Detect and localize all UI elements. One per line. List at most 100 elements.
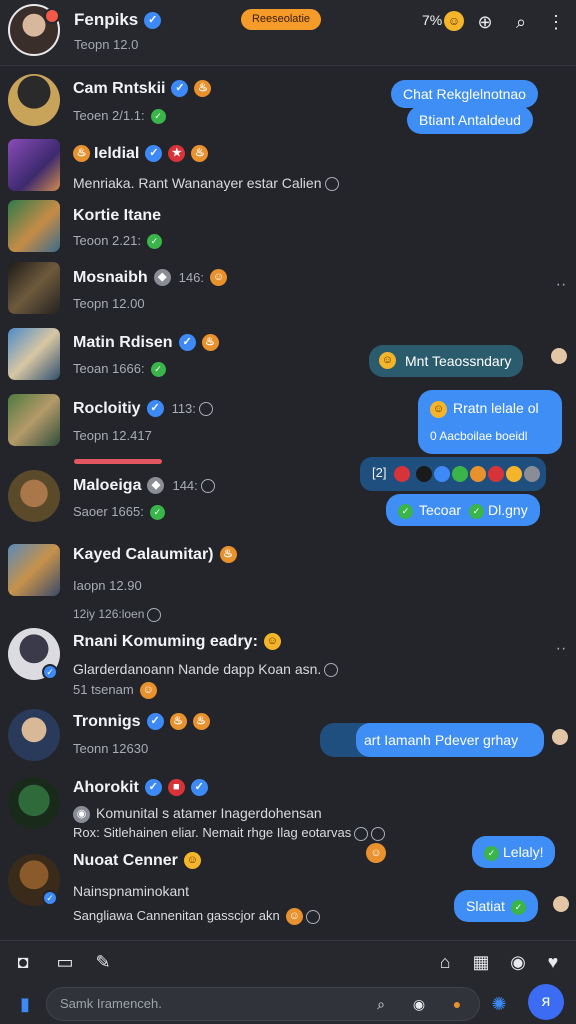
chat-subtext-secondary: 12iy 126:loen <box>73 607 162 622</box>
heart-icon[interactable]: ♥ <box>540 949 566 975</box>
chat-preview-secondary: Rox: Sitlehainen eliar. Nemait rhge Ilag… <box>73 825 386 841</box>
check-icon: ✓ <box>484 845 499 861</box>
search-plus-icon[interactable]: ⊕ <box>473 10 497 34</box>
shield-icon: ◆ <box>147 477 165 495</box>
chat-avatar <box>8 709 60 761</box>
reaction-icon[interactable] <box>470 466 486 482</box>
eye-icon[interactable]: ◉ <box>408 993 430 1015</box>
reader-avatar <box>551 894 571 914</box>
notification-dot <box>44 8 60 24</box>
chat-name: Cam Rntskii ✓ ♨ <box>73 80 212 98</box>
fire-icon: ♨ <box>73 145 90 163</box>
chat-avatar <box>8 200 60 252</box>
verified-icon: ✓ <box>144 12 162 30</box>
camera-icon[interactable]: ◘ <box>10 949 36 975</box>
chat-avatar <box>8 394 60 446</box>
chat-avatar <box>8 74 60 126</box>
verified-icon: ✓ <box>171 80 189 98</box>
smile-emoji-icon[interactable]: ☺ <box>444 11 464 31</box>
progress-bar <box>74 459 162 464</box>
reaction-icon[interactable] <box>488 466 504 482</box>
fire-icon: ♨ <box>191 145 209 163</box>
smile-emoji-icon: ☺ <box>430 400 447 418</box>
home-icon[interactable]: ⌂ <box>432 949 458 975</box>
chat-name: Nuoat Cenner ☺ <box>73 852 201 870</box>
reaction-bar[interactable]: [2] <box>360 457 546 491</box>
calendar-icon[interactable]: ▦ <box>468 949 494 975</box>
message-bubble[interactable]: Chat Rekglelnotnao <box>391 80 538 108</box>
reader-avatar <box>550 727 570 747</box>
message-bubble[interactable]: ✓ Lelaly! <box>472 836 556 868</box>
keyboard-icon[interactable]: ▮ <box>12 991 38 1017</box>
fire-icon: ♨ <box>192 713 210 731</box>
message-bubble[interactable]: ✓ Tecoar ✓ Dl.gny <box>386 494 540 526</box>
reaction-icon[interactable]: ☺ <box>366 843 386 863</box>
chat-name: Mosnaibh ◆ 146: ☺ <box>73 269 227 287</box>
reader-avatar <box>549 346 569 366</box>
chat-avatar <box>8 544 60 596</box>
chat-name: Kayed Calaumitar) ♨ <box>73 546 237 564</box>
reaction-icon[interactable] <box>452 466 468 482</box>
bubble-line: 0 Aacboilae boeidl <box>430 429 528 443</box>
send-button[interactable]: я <box>528 984 564 1020</box>
verified-icon: ✓ <box>190 779 208 797</box>
info-icon <box>305 909 320 924</box>
search-icon[interactable]: ⌕ <box>370 993 392 1015</box>
online-check-icon: ✓ <box>150 109 166 125</box>
app-title: Fenpiks ✓ <box>74 10 162 30</box>
sticker-icon[interactable]: ● <box>446 993 468 1015</box>
reaction-count: [2] <box>372 465 387 480</box>
chat-name: Matin Rdisen ✓ ♨ <box>73 334 219 352</box>
message-bubble[interactable]: ☺ Mnt Teaossndary <box>369 345 524 377</box>
info-icon <box>200 478 215 493</box>
gif-icon[interactable]: ✎ <box>90 949 116 975</box>
more-icon[interactable]: ·· <box>554 276 568 294</box>
online-check-icon: ✓ <box>150 362 166 378</box>
info-icon <box>371 826 386 841</box>
chat-preview: ◉ Komunital s atamer Inagerdohensan <box>73 805 322 823</box>
profile-avatar[interactable] <box>8 4 60 56</box>
chat-preview: Glarderdanoann Nande dapp Koan asn. <box>73 661 339 678</box>
check-icon: ✓ <box>398 503 413 519</box>
chat-avatar <box>8 139 60 191</box>
gallery-icon[interactable]: ▭ <box>52 949 78 975</box>
bubble-highlight: art Iamanh Pdever grhay <box>356 723 544 757</box>
header-count: 7% <box>422 12 443 28</box>
search-icon[interactable]: ⌕ <box>509 10 533 34</box>
verified-badge-icon: ✓ <box>42 664 58 680</box>
effects-icon[interactable]: ✺ <box>486 991 512 1017</box>
online-check-icon: ✓ <box>149 505 165 521</box>
chat-subtext: Saoer 1665: ✓ <box>73 504 165 521</box>
message-bubble[interactable]: Slatiat ✓ <box>454 890 538 922</box>
more-vertical-icon[interactable]: ⋮ <box>544 10 568 34</box>
reaction-icon[interactable] <box>416 466 432 482</box>
chat-avatar <box>8 470 60 522</box>
message-bubble[interactable]: art Iamanh Pdever grhay <box>320 723 544 757</box>
reaction-icon[interactable] <box>394 466 410 482</box>
check-icon: ✓ <box>510 899 526 915</box>
reaction-icon[interactable] <box>524 466 540 482</box>
reaction-icon[interactable] <box>434 466 450 482</box>
chat-preview-secondary: Sangliawa Cannenitan gasscjor akn ☺ <box>73 908 320 926</box>
reaction-icon[interactable] <box>506 466 522 482</box>
fire-icon: ♨ <box>201 334 219 352</box>
message-bubble[interactable]: ☺ Rratn lelale ol 0 Aacboilae boeidl <box>418 390 562 454</box>
chat-subtext: Teonn 12630 <box>73 741 149 756</box>
check-icon: ✓ <box>469 503 485 519</box>
face-icon: ☺ <box>209 269 227 287</box>
chat-name: Rocloitiy ✓ 113: <box>73 400 213 418</box>
message-bubble[interactable]: Btiant Antaldeud <box>407 106 533 134</box>
chat-subtext: Iaopn 12.90 <box>73 578 142 593</box>
more-icon[interactable]: ·· <box>554 640 568 658</box>
fire-icon: ♨ <box>169 713 187 731</box>
chat-name: Kortie Itane <box>73 207 162 224</box>
record-icon[interactable]: ◉ <box>505 949 531 975</box>
chat-subtext: Teoan 1666: ✓ <box>73 361 166 378</box>
smile-emoji-icon: ☺ <box>379 352 396 369</box>
face-icon: ☺ <box>139 682 157 700</box>
fire-icon: ♨ <box>194 80 212 98</box>
chat-name: ♨ Ieldial ✓ ★ ♨ <box>73 145 209 163</box>
chat-subtext: Teoon 2.21: ✓ <box>73 233 162 250</box>
status-pill[interactable]: Reeseolatie <box>241 9 321 30</box>
info-icon <box>324 663 339 678</box>
